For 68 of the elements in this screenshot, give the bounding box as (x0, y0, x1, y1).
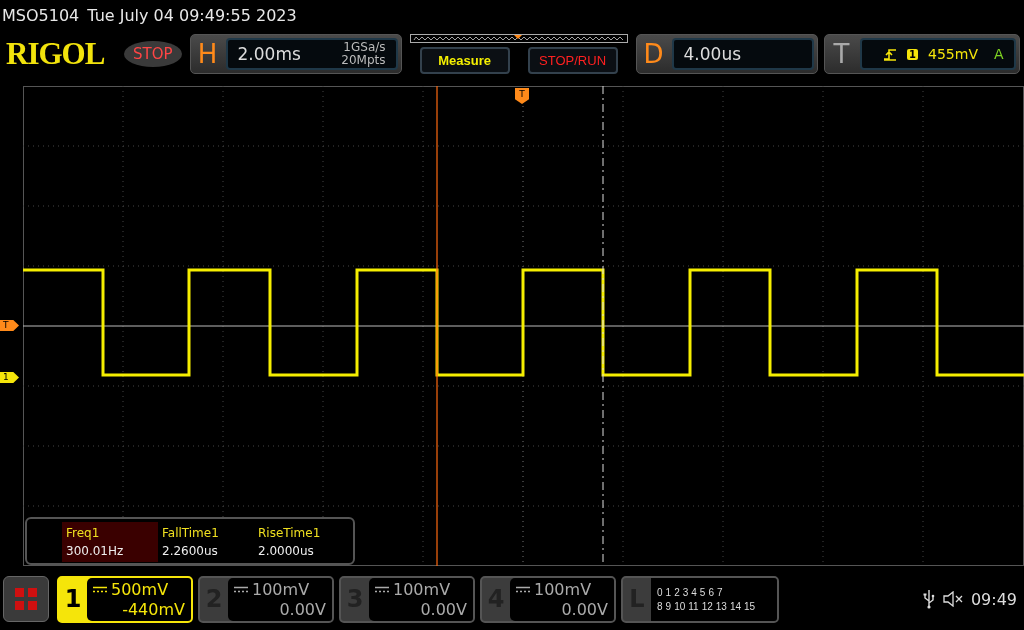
memory-depth: 20Mpts (341, 54, 386, 67)
run-status-badge: STOP (124, 41, 182, 67)
brand-logo: RIGOL (6, 36, 106, 72)
measurement-name: RiseTime1 (258, 526, 322, 540)
trigger-mode: A (993, 46, 1004, 62)
logic-channel-label: 14 (729, 600, 741, 612)
measure-button[interactable]: Measure (419, 47, 510, 74)
measurement-item[interactable]: FallTime1 2.2600us (158, 522, 254, 562)
muted-speaker-icon[interactable] (942, 591, 963, 607)
measurement-item[interactable]: RiseTime1 2.0000us (254, 522, 350, 562)
panel-letter: D (642, 38, 665, 70)
trigger-source: 1 (907, 48, 919, 60)
dc-coupling-icon (375, 585, 389, 594)
timebase-panel[interactable]: H 2.00ms 1GSa/s 20Mpts (189, 34, 402, 74)
logic-channel-label: 4 (691, 586, 697, 598)
channel-offset: -440mV (121, 599, 185, 620)
logic-channel-label: 9 (665, 600, 672, 612)
trigger-position-marker[interactable]: T (515, 88, 529, 104)
channel-number: 1 (63, 584, 83, 615)
delay-value: 4.00us (683, 44, 742, 64)
clock-time: 09:49 (970, 589, 1017, 609)
timebase-scale: 2.00ms (237, 44, 301, 64)
dc-coupling-icon (234, 585, 248, 594)
delay-panel[interactable]: D 4.00us (635, 34, 818, 74)
channel-offset: 0.00V (419, 599, 467, 620)
logic-channel-label: 2 (674, 586, 680, 598)
channel-panel[interactable]: 1 500mV -440mV (57, 575, 193, 623)
date-time: Tue July 04 09:49:55 2023 (87, 5, 297, 25)
usb-icon (922, 589, 935, 609)
logic-channel-label: 3 (682, 586, 689, 598)
logic-channel-label: 1 (665, 586, 672, 598)
logic-channel-label: 8 (657, 600, 663, 612)
panel-letter: T (832, 38, 851, 70)
logic-channel-label: 15 (744, 600, 756, 612)
trigger-panel[interactable]: T 1 455mV A (823, 34, 1020, 74)
logic-channel-label: 7 (716, 586, 723, 598)
measurement-item[interactable]: Freq1 300.01Hz (62, 522, 158, 562)
measurement-value: 2.2600us (162, 544, 219, 558)
measurement-name: Freq1 (66, 526, 101, 540)
rising-edge-icon (883, 47, 898, 61)
measurement-name: FallTime1 (162, 526, 220, 540)
logic-channel-label: 12 (701, 600, 713, 612)
sample-rate: 1GSa/s (342, 41, 386, 54)
stop-run-button[interactable]: STOP/RUN (527, 47, 618, 74)
logic-channel-label: 10 (674, 600, 686, 612)
dc-coupling-icon (516, 585, 530, 594)
measurement-value: 300.01Hz (66, 544, 125, 558)
channel-scale: 100mV (534, 579, 592, 600)
cursor-line[interactable] (436, 86, 438, 566)
logic-channel-label: 0 (657, 586, 663, 598)
trigger-level: 455mV (928, 46, 978, 62)
logic-channel-label: 11 (688, 600, 699, 612)
channel-scale: 100mV (252, 579, 310, 600)
panel-letter: H (196, 38, 219, 70)
trigger-level-marker[interactable]: T (0, 320, 19, 331)
model-name: MSO5104 (2, 5, 80, 25)
logic-channel-label: 6 (708, 586, 714, 598)
menu-button[interactable] (3, 576, 49, 622)
measurement-value: 2.0000us (258, 544, 315, 558)
channel-scale: 100mV (393, 579, 451, 600)
dc-coupling-icon (93, 585, 107, 594)
channel-scale: 500mV (111, 579, 169, 600)
channel-offset: 0.00V (560, 599, 608, 620)
channel-offset-marker[interactable]: 1 (0, 372, 19, 383)
logic-channel-label: 5 (699, 586, 706, 598)
logic-channel-label: 13 (715, 600, 727, 612)
channel-offset: 0.00V (278, 599, 326, 620)
grid-icon (14, 587, 38, 611)
